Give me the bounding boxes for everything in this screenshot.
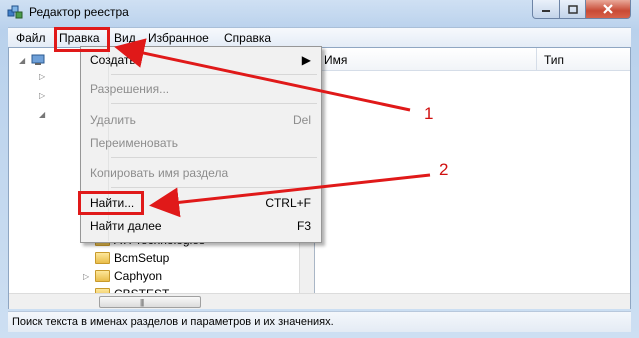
annotation-label-2: 2	[439, 160, 449, 179]
annotation-label-1: 1	[424, 104, 434, 123]
annotation-arrow-2	[149, 173, 431, 218]
annotation-arrows	[114, 38, 431, 218]
annotation-arrow-1	[114, 38, 411, 112]
